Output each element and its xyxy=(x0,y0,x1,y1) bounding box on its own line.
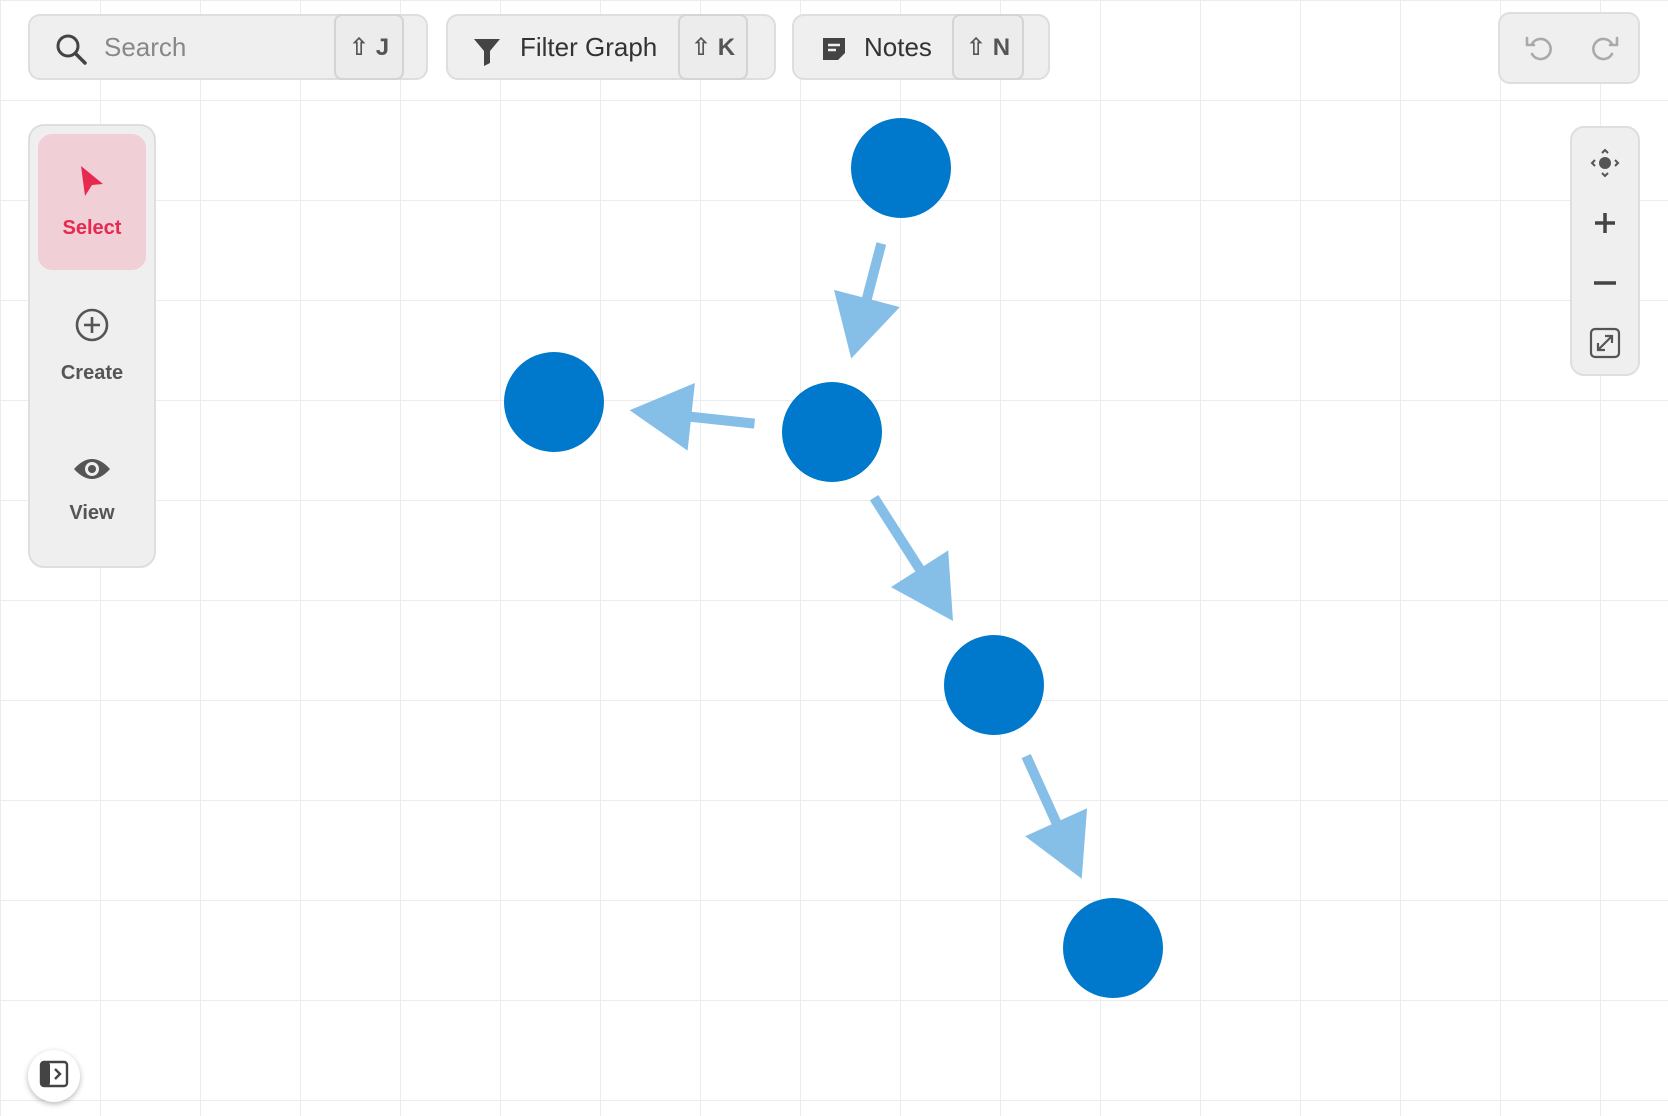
filter-graph-label: Filter Graph xyxy=(520,31,658,62)
fit-screen-icon xyxy=(1589,327,1621,364)
nodes-layer xyxy=(504,118,1163,998)
notes-shortcut: ⇧ N xyxy=(952,14,1024,80)
plus-circle-icon xyxy=(74,307,110,348)
graph-node-n4[interactable] xyxy=(944,635,1044,735)
filter-icon xyxy=(472,36,502,66)
notes-button[interactable]: Notes ⇧ N xyxy=(792,14,1050,80)
tool-panel: Select Create View xyxy=(28,124,156,568)
redo-icon[interactable] xyxy=(1588,32,1620,64)
edge-n2-n3[interactable] xyxy=(686,411,756,429)
search-input[interactable]: Search xyxy=(104,32,186,63)
sidebar-toggle-button[interactable] xyxy=(28,1050,80,1102)
graph-node-n2[interactable] xyxy=(782,382,882,482)
sidebar-expand-icon xyxy=(39,1059,69,1094)
search-shortcut: ⇧ J xyxy=(334,14,404,80)
create-tool-label: Create xyxy=(60,362,124,384)
zoom-in-button[interactable] xyxy=(1572,196,1638,254)
fit-screen-button[interactable] xyxy=(1572,316,1638,374)
edge-arrowhead-n2-n3 xyxy=(629,383,695,451)
eye-icon xyxy=(73,455,111,488)
zoom-in-icon xyxy=(1592,210,1618,241)
select-tool-label: Select xyxy=(62,217,122,239)
zoom-controls xyxy=(1570,126,1640,376)
create-tool[interactable]: Create xyxy=(38,278,146,414)
search-box[interactable]: Search ⇧ J xyxy=(28,14,428,80)
edge-n1-n2[interactable] xyxy=(861,242,887,304)
cursor-arrow-icon xyxy=(77,164,107,203)
view-tool[interactable]: View xyxy=(38,422,146,558)
filter-graph-button[interactable]: Filter Graph ⇧ K xyxy=(446,14,776,80)
graph-node-n5[interactable] xyxy=(1063,898,1163,998)
select-tool[interactable]: Select xyxy=(38,134,146,270)
graph-node-n1[interactable] xyxy=(851,118,951,218)
graph-node-n3[interactable] xyxy=(504,352,604,452)
history-controls xyxy=(1498,12,1640,84)
zoom-out-button[interactable] xyxy=(1572,256,1638,314)
graph-canvas[interactable] xyxy=(0,0,1668,1116)
edge-arrowhead-n1-n2 xyxy=(834,289,900,359)
notes-icon xyxy=(820,35,848,63)
edge-n4-n5[interactable] xyxy=(1021,754,1063,828)
view-tool-label: View xyxy=(69,502,115,524)
filter-shortcut: ⇧ K xyxy=(678,14,748,80)
recenter-icon xyxy=(1590,148,1620,183)
edge-arrowhead-n4-n5 xyxy=(1025,808,1088,879)
edge-n2-n4[interactable] xyxy=(869,495,926,575)
search-icon xyxy=(54,32,88,66)
undo-icon[interactable] xyxy=(1524,32,1556,64)
edges-layer xyxy=(629,242,1088,879)
recenter-button[interactable] xyxy=(1572,136,1638,194)
notes-label: Notes xyxy=(864,31,932,62)
zoom-out-icon xyxy=(1592,270,1618,301)
edge-arrowhead-n2-n4 xyxy=(891,550,953,621)
